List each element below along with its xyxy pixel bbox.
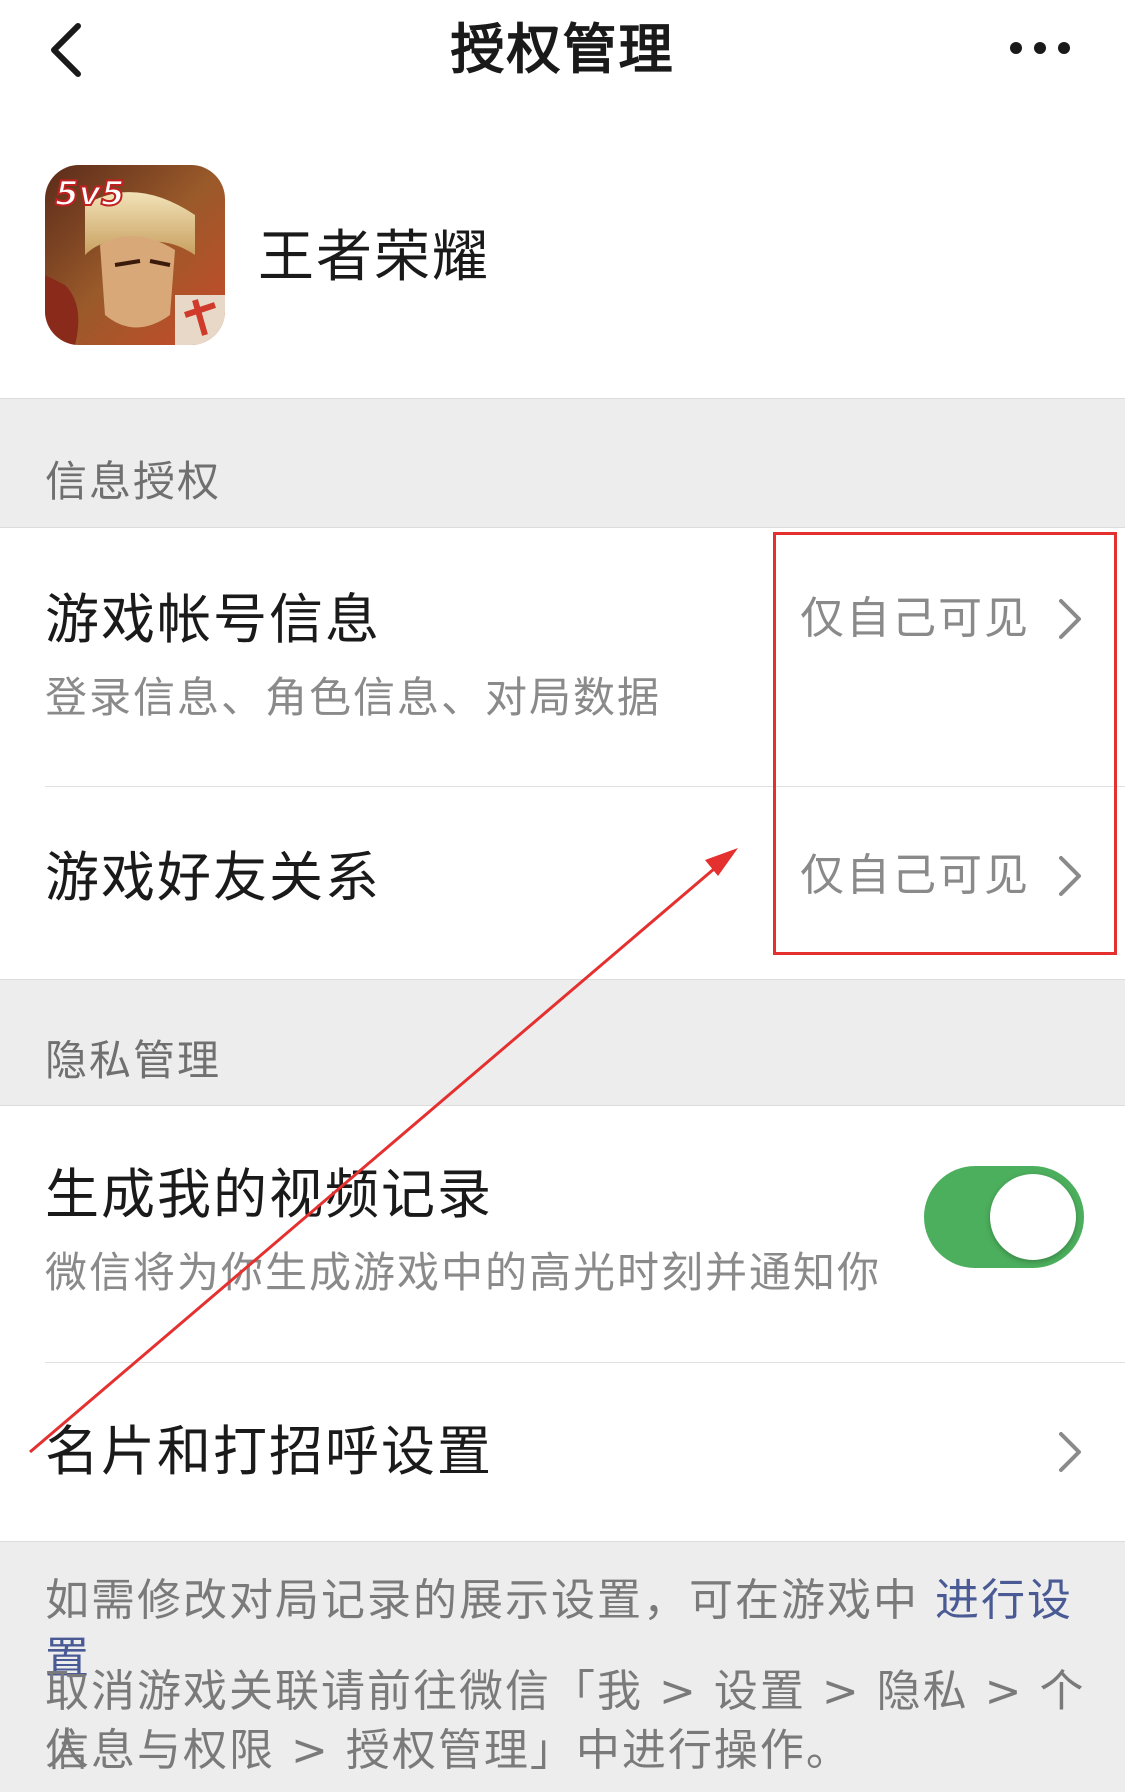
more-options-icon[interactable] — [1000, 30, 1080, 66]
toggle-knob — [990, 1174, 1076, 1260]
svg-text:5v5: 5v5 — [55, 174, 124, 214]
footer-note-text: 如需修改对局记录的展示设置，可在游戏中 — [45, 1575, 935, 1626]
footer-note-line: 信息与权限 > 授权管理」中进行操作。 — [45, 1725, 852, 1776]
video-record-toggle[interactable] — [924, 1166, 1084, 1268]
app-name: 王者荣耀 — [258, 225, 490, 290]
section-label-info-auth: 信息授权 — [45, 457, 222, 506]
row-subtitle: 登录信息、角色信息、对局数据 — [45, 673, 662, 722]
divider — [0, 1541, 1125, 1542]
divider — [0, 398, 1125, 399]
section-label-privacy: 隐私管理 — [45, 1036, 222, 1085]
page-title: 授权管理 — [450, 18, 675, 81]
row-title: 游戏好友关系 — [45, 846, 381, 909]
row-title: 名片和打招呼设置 — [45, 1420, 493, 1483]
app-icon: 5v5 — [45, 165, 225, 345]
annotation-highlight-box — [773, 532, 1117, 955]
row-title: 游戏帐号信息 — [45, 588, 381, 651]
row-title: 生成我的视频记录 — [45, 1163, 493, 1226]
divider — [0, 1105, 1125, 1106]
divider — [0, 979, 1125, 980]
chevron-right-icon — [1059, 1432, 1081, 1472]
row-subtitle: 微信将为你生成游戏中的高光时刻并通知你 — [45, 1248, 882, 1297]
